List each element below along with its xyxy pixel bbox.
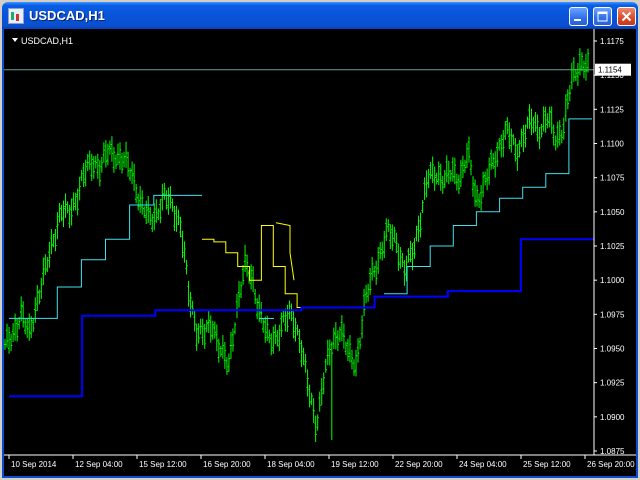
maximize-button[interactable] bbox=[593, 7, 612, 26]
window-title: USDCAD,H1 bbox=[29, 8, 105, 23]
minimize-button[interactable] bbox=[569, 7, 588, 26]
time-tick-label: 12 Sep 04:00 bbox=[75, 460, 123, 469]
price-tick-label: 1.1075 bbox=[600, 174, 625, 183]
time-tick-label: 18 Sep 04:00 bbox=[267, 460, 315, 469]
price-tick-label: 1.0900 bbox=[600, 413, 625, 422]
trend-line bbox=[9, 238, 594, 398]
time-tick-label: 22 Sep 20:00 bbox=[395, 460, 443, 469]
close-button[interactable] bbox=[617, 7, 636, 26]
current-price-label: 1.1154 bbox=[598, 66, 622, 75]
chart-frame: 1.11751.11501.11251.11001.10751.10501.10… bbox=[2, 29, 638, 478]
title-bar[interactable]: USDCAD,H1 bbox=[2, 2, 638, 29]
price-tick-label: 1.1025 bbox=[600, 242, 625, 251]
price-tick-label: 1.1125 bbox=[600, 105, 624, 114]
price-tick-label: 1.0975 bbox=[600, 310, 625, 319]
chart-app-icon[interactable] bbox=[8, 8, 24, 24]
price-tick-label: 1.0950 bbox=[600, 345, 625, 354]
time-tick-label: 26 Sep 20:00 bbox=[587, 460, 635, 469]
price-tick-label: 1.1100 bbox=[600, 140, 624, 149]
time-tick-label: 16 Sep 20:00 bbox=[203, 460, 251, 469]
price-tick-label: 1.1175 bbox=[600, 37, 624, 46]
time-tick-label: 10 Sep 2014 bbox=[11, 460, 57, 469]
time-tick-label: 15 Sep 12:00 bbox=[139, 460, 187, 469]
price-tick-label: 1.1000 bbox=[600, 276, 625, 285]
price-tick-label: 1.0875 bbox=[600, 447, 625, 456]
price-chart[interactable]: 1.11751.11501.11251.11001.10751.10501.10… bbox=[4, 29, 636, 476]
close-icon bbox=[621, 11, 632, 22]
channel-lower-line bbox=[384, 118, 592, 295]
chart-window: USDCAD,H1 1.11751.11501.11251.11001.1075… bbox=[0, 0, 640, 480]
maximize-icon bbox=[597, 11, 608, 22]
symbol-dropdown-icon[interactable] bbox=[12, 38, 18, 42]
time-tick-label: 25 Sep 12:00 bbox=[523, 460, 571, 469]
price-tick-label: 1.0925 bbox=[600, 379, 625, 388]
minimize-icon bbox=[574, 19, 581, 21]
channel-lower-line bbox=[9, 194, 202, 319]
time-tick-label: 24 Sep 04:00 bbox=[459, 460, 507, 469]
symbol-label: USDCAD,H1 bbox=[21, 36, 73, 46]
price-tick-label: 1.1050 bbox=[600, 208, 625, 217]
time-tick-label: 19 Sep 12:00 bbox=[331, 460, 379, 469]
